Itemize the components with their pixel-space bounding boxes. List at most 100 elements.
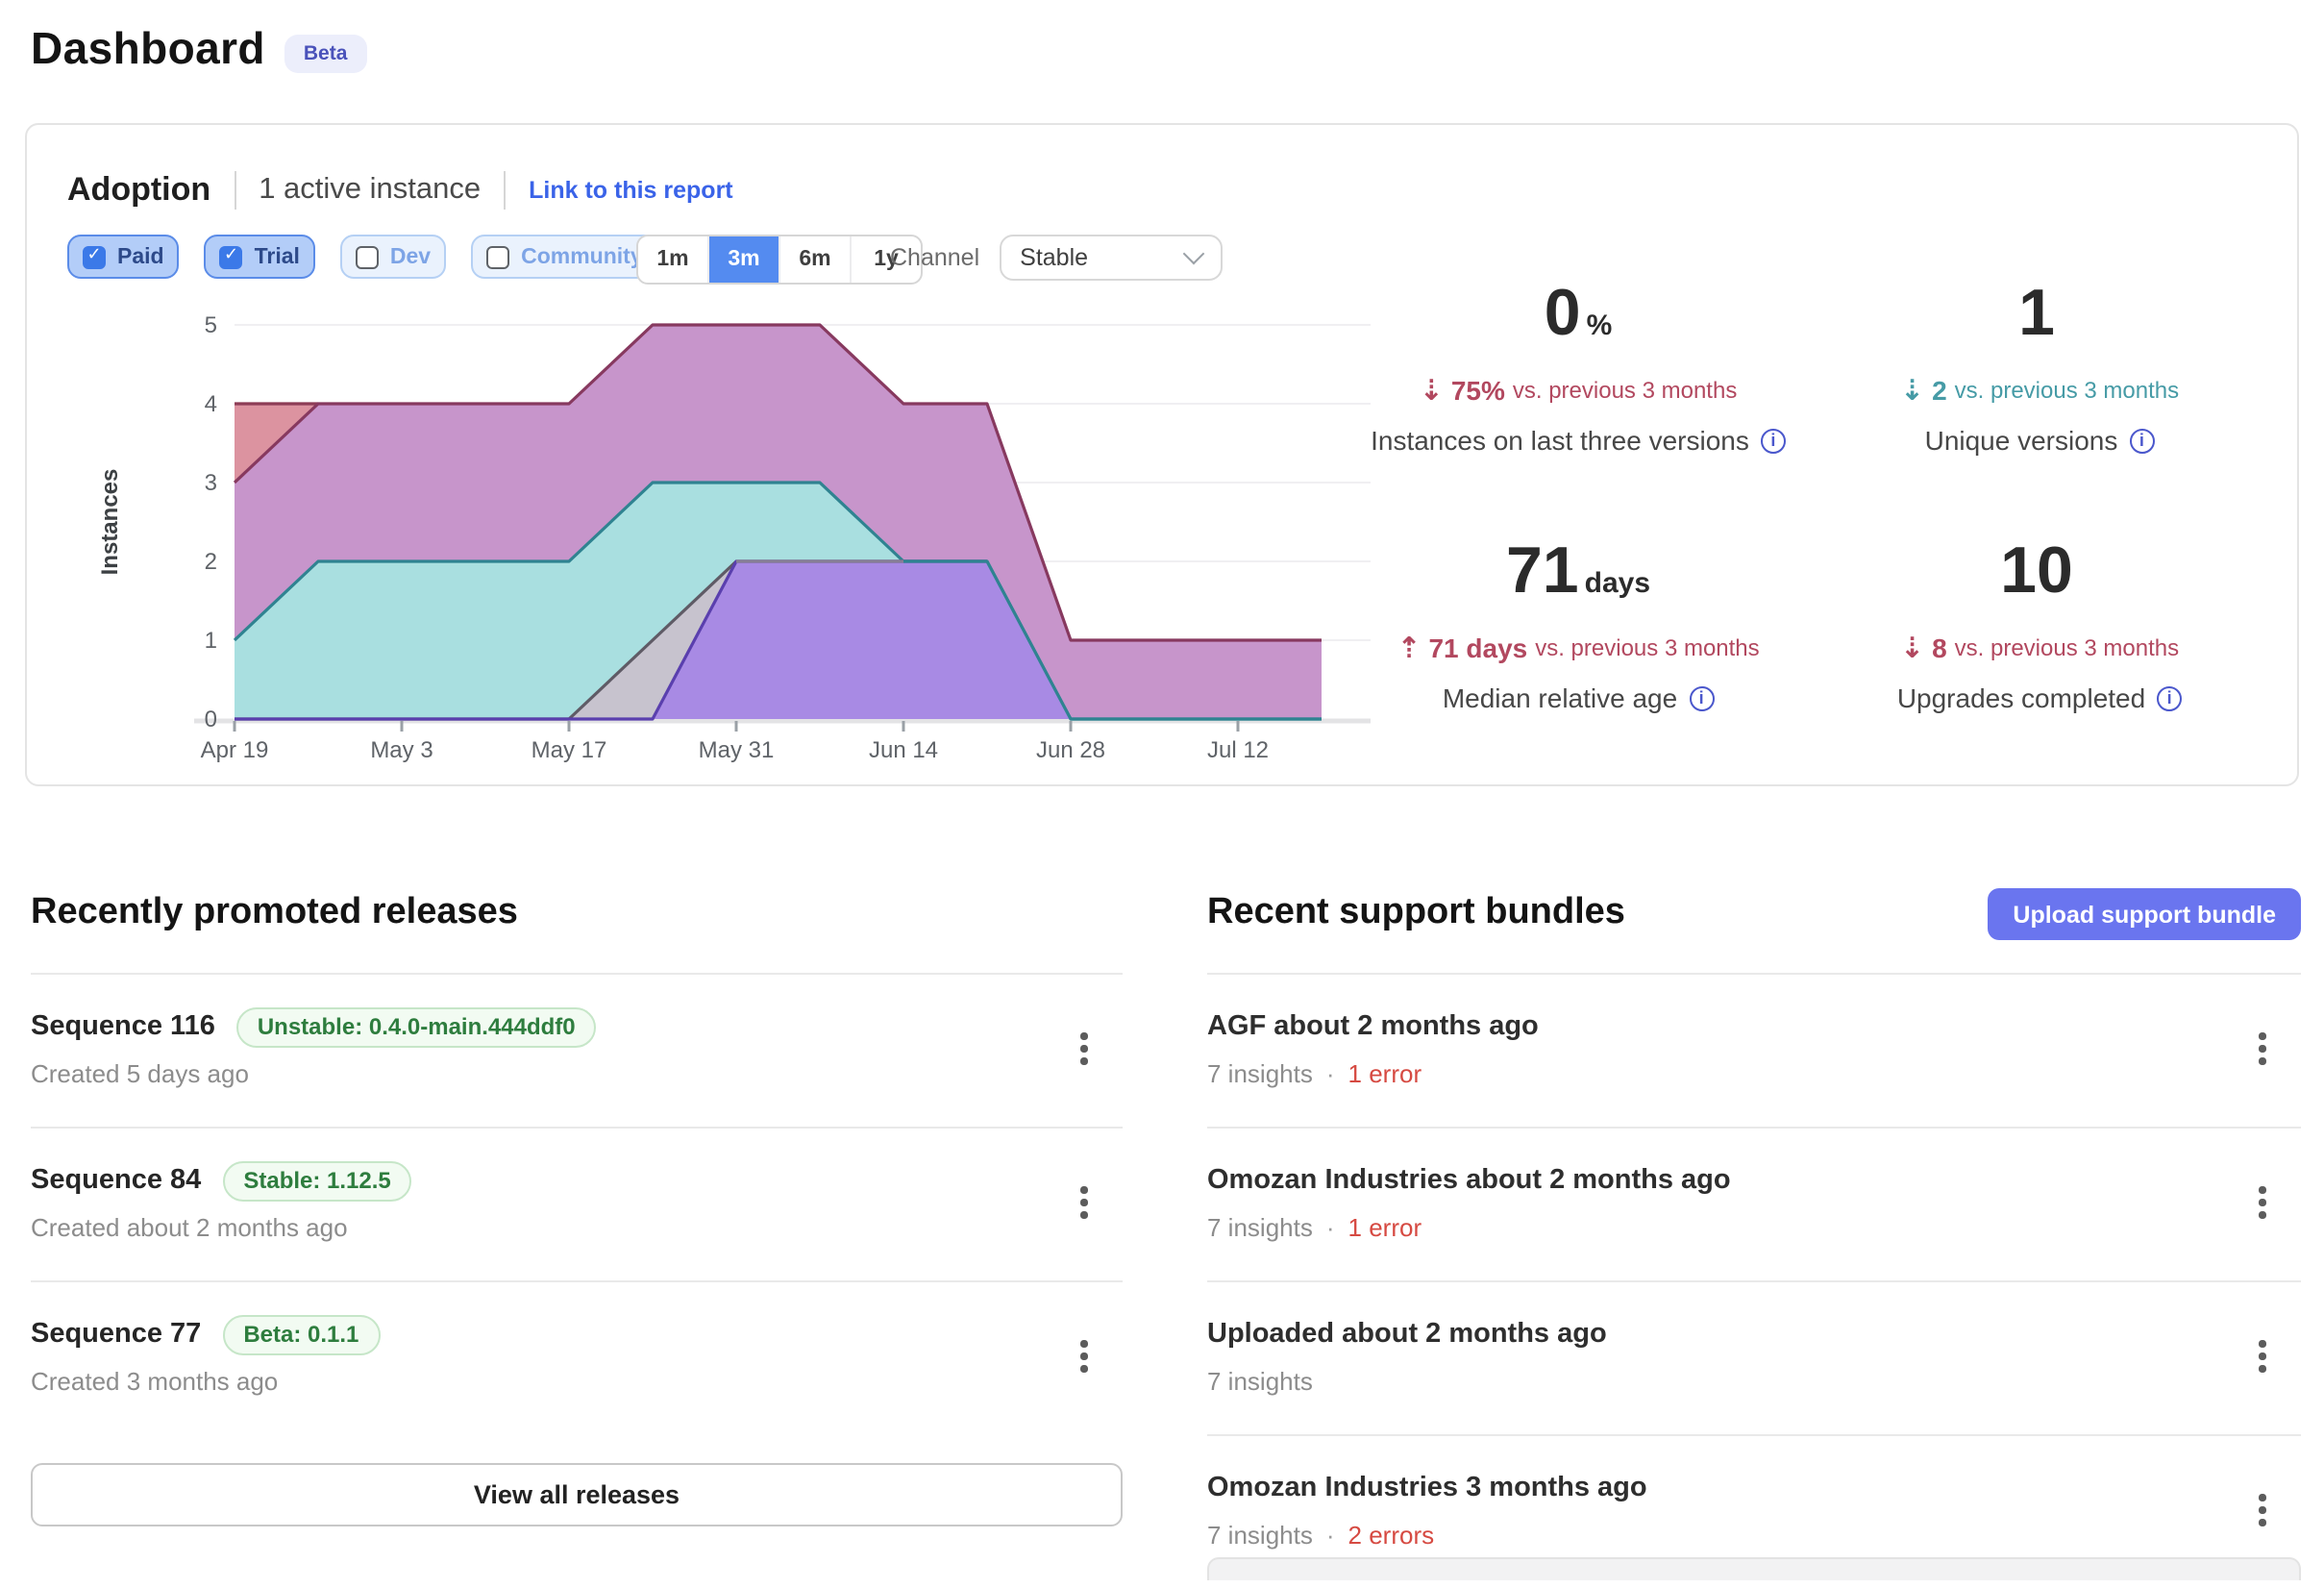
- stat-unit: days: [1585, 567, 1650, 600]
- filter-community[interactable]: ✓ Community: [471, 235, 658, 279]
- stat-caption: Upgrades completed: [1897, 679, 2145, 717]
- channel-value: Stable: [1020, 244, 1088, 271]
- trend-down-icon: ⇣: [1900, 629, 1924, 667]
- kebab-menu-icon[interactable]: [1069, 1340, 1100, 1382]
- bundle-title: Uploaded about 2 months ago: [1207, 1319, 1607, 1350]
- stat-caption: Instances on last three versions: [1371, 421, 1749, 459]
- stat-value: 71: [1506, 534, 1579, 608]
- kebab-menu-icon[interactable]: [1069, 1032, 1100, 1075]
- recent-releases-section: Recently promoted releases Sequence 116 …: [31, 892, 1123, 1526]
- svg-text:3: 3: [205, 470, 217, 496]
- page-title: Dashboard: [31, 23, 265, 75]
- release-title: Sequence 116: [31, 1011, 215, 1042]
- adoption-title: Adoption: [67, 171, 210, 210]
- checkbox-icon: ✓: [220, 245, 243, 268]
- beta-badge: Beta: [284, 34, 367, 72]
- bundle-title: Omozan Industries 3 months ago: [1207, 1473, 1647, 1503]
- next-section-edge: [1207, 1557, 2301, 1580]
- svg-text:0: 0: [205, 707, 217, 732]
- bundle-row[interactable]: AGF about 2 months ago 7 insights · 1 er…: [1207, 973, 2301, 1127]
- kebab-menu-icon[interactable]: [1069, 1186, 1100, 1228]
- stat-value: 10: [2000, 534, 2073, 608]
- delta-suffix: vs. previous 3 months: [1955, 629, 2179, 667]
- kebab-menu-icon[interactable]: [2247, 1186, 2278, 1228]
- release-row[interactable]: Sequence 116 Unstable: 0.4.0-main.444ddf…: [31, 973, 1123, 1127]
- svg-text:Jul 12: Jul 12: [1207, 737, 1269, 763]
- release-row[interactable]: Sequence 77 Beta: 0.1.1 Created 3 months…: [31, 1280, 1123, 1434]
- link-to-report[interactable]: Link to this report: [529, 177, 733, 204]
- channel-control: Channel Stable: [890, 235, 1222, 281]
- checkbox-icon: ✓: [356, 245, 379, 268]
- stat-upgrades-completed: 10 ⇣ 8 vs. previous 3 months Upgrades co…: [1809, 536, 2270, 717]
- dot-separator: ·: [1326, 1213, 1335, 1244]
- svg-text:4: 4: [205, 391, 217, 417]
- filter-dev[interactable]: ✓ Dev: [340, 235, 446, 279]
- delta-value: 75%: [1451, 371, 1505, 409]
- chart-controls: ✓ Paid ✓ Trial ✓ Dev ✓ Community 1m: [67, 235, 2257, 281]
- svg-text:1: 1: [205, 628, 217, 654]
- bundle-row[interactable]: Uploaded about 2 months ago 7 insights ·: [1207, 1280, 2301, 1434]
- checkbox-icon: ✓: [486, 245, 509, 268]
- delta-suffix: vs. previous 3 months: [1955, 371, 2179, 409]
- bundles-list: AGF about 2 months ago 7 insights · 1 er…: [1207, 973, 2301, 1588]
- svg-text:Apr 19: Apr 19: [201, 737, 269, 763]
- bundle-insights: 7 insights: [1207, 1213, 1313, 1244]
- svg-text:May 3: May 3: [370, 737, 433, 763]
- bundle-errors: 1 error: [1348, 1059, 1422, 1090]
- stat-caption: Unique versions: [1925, 421, 2118, 459]
- filter-trial[interactable]: ✓ Trial: [205, 235, 315, 279]
- trend-up-icon: ⇡: [1397, 629, 1421, 667]
- kebab-menu-icon[interactable]: [2247, 1340, 2278, 1382]
- svg-text:May 17: May 17: [532, 737, 607, 763]
- trend-down-icon: ⇣: [1900, 371, 1924, 409]
- bundle-errors: 1 error: [1348, 1213, 1422, 1244]
- bundle-insights: 7 insights: [1207, 1521, 1313, 1551]
- range-6m[interactable]: 6m: [779, 236, 850, 283]
- kebab-menu-icon[interactable]: [2247, 1032, 2278, 1075]
- delta-value: 71 days: [1428, 629, 1527, 667]
- filter-paid[interactable]: ✓ Paid: [67, 235, 180, 279]
- release-row[interactable]: Sequence 84 Stable: 1.12.5 Created about…: [31, 1127, 1123, 1280]
- filter-label: Paid: [117, 245, 164, 268]
- release-title: Sequence 77: [31, 1319, 201, 1350]
- releases-list: Sequence 116 Unstable: 0.4.0-main.444ddf…: [31, 973, 1123, 1434]
- svg-text:Jun 28: Jun 28: [1036, 737, 1105, 763]
- stat-caption: Median relative age: [1443, 679, 1677, 717]
- range-1m[interactable]: 1m: [638, 236, 707, 283]
- svg-text:May 31: May 31: [699, 737, 775, 763]
- delta-value: 2: [1932, 371, 1947, 409]
- dot-separator: ·: [1326, 1059, 1335, 1090]
- upload-support-bundle-button[interactable]: Upload support bundle: [1988, 888, 2301, 940]
- adoption-card: Adoption 1 active instance Link to this …: [25, 123, 2299, 786]
- release-created: Created 3 months ago: [31, 1367, 278, 1398]
- info-icon[interactable]: i: [1689, 685, 1714, 710]
- svg-text:Instances: Instances: [98, 469, 123, 576]
- info-icon[interactable]: i: [2129, 428, 2154, 453]
- adoption-stats: 0% ⇣ 75% vs. previous 3 months Instances…: [1347, 279, 2270, 717]
- svg-text:2: 2: [205, 549, 217, 575]
- delta-suffix: vs. previous 3 months: [1535, 629, 1759, 667]
- active-instance-count: 1 active instance: [259, 173, 481, 208]
- kebab-menu-icon[interactable]: [2247, 1494, 2278, 1536]
- checkbox-icon: ✓: [83, 245, 106, 268]
- info-icon[interactable]: i: [1761, 428, 1786, 453]
- release-channel-badge: Unstable: 0.4.0-main.444ddf0: [236, 1006, 597, 1047]
- bundle-title: AGF about 2 months ago: [1207, 1011, 1539, 1042]
- info-icon[interactable]: i: [2157, 685, 2182, 710]
- instances-area-chart: 0 1 2 3 4 5 Instances Apr 19 May 3 May 17 May 31 Ju…: [98, 310, 1386, 781]
- chevron-down-icon: [1182, 243, 1204, 265]
- dashboard-page: Dashboard Beta Adoption 1 active instanc…: [0, 0, 2324, 1575]
- range-3m[interactable]: 3m: [707, 236, 779, 283]
- bundle-row[interactable]: Omozan Industries about 2 months ago 7 i…: [1207, 1127, 2301, 1280]
- view-all-releases-button[interactable]: View all releases: [31, 1463, 1123, 1526]
- stat-unit: %: [1587, 310, 1613, 342]
- stat-value: 1: [2018, 277, 2055, 350]
- channel-select[interactable]: Stable: [999, 235, 1222, 281]
- svg-text:5: 5: [205, 312, 217, 338]
- stat-value: 0: [1545, 277, 1581, 350]
- filter-label: Trial: [255, 245, 300, 268]
- filter-label: Dev: [390, 245, 431, 268]
- stat-instances-last-versions: 0% ⇣ 75% vs. previous 3 months Instances…: [1347, 279, 1809, 459]
- filter-label: Community: [521, 245, 643, 268]
- release-channel-badge: Beta: 0.1.1: [222, 1314, 380, 1354]
